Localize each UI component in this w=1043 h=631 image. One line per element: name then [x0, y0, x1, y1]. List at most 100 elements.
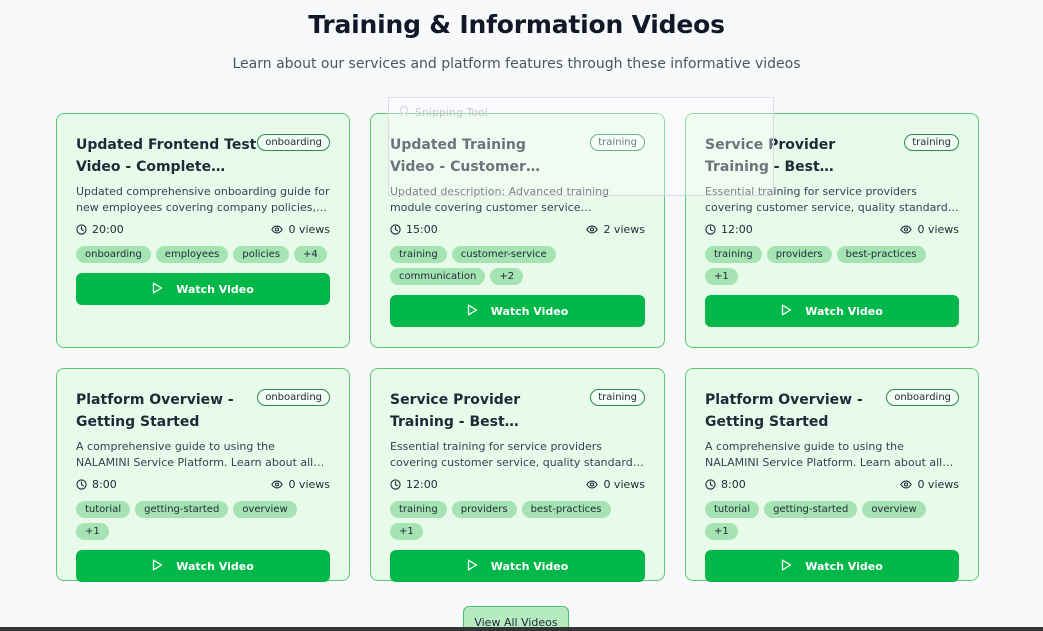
- tag: tutorial: [76, 501, 131, 518]
- watch-video-button[interactable]: Watch Video: [390, 550, 645, 582]
- tag: +1: [705, 523, 738, 540]
- play-icon: [781, 559, 792, 574]
- tag: +1: [76, 523, 109, 540]
- watch-video-label: Watch Video: [490, 559, 569, 573]
- tag: communication: [390, 268, 486, 285]
- eye-icon: [900, 225, 913, 234]
- tag: best-practices: [521, 501, 611, 518]
- tag-list: training providers best-practices +1: [390, 501, 645, 540]
- category-badge: training: [904, 134, 959, 151]
- video-title: Service Provider Training - Best Practic…: [390, 392, 521, 430]
- watch-video-label: Watch Video: [176, 559, 254, 573]
- category-badge: onboarding: [257, 134, 330, 151]
- eye-icon: [586, 225, 599, 234]
- duration-text: 8:00: [721, 478, 746, 491]
- tag: training: [705, 246, 762, 263]
- duration-text: 8:00: [92, 478, 117, 491]
- tag: training: [390, 246, 447, 263]
- video-description: A comprehensive guide to using the NALAM…: [76, 440, 314, 469]
- view-count: 0 views: [271, 478, 330, 491]
- watch-video-button[interactable]: Watch Video: [76, 550, 330, 582]
- tag: +1: [705, 268, 738, 285]
- eye-icon: [271, 480, 284, 489]
- tag: overview: [233, 501, 297, 518]
- views-text: 0 views: [288, 478, 330, 491]
- play-icon: [152, 282, 163, 297]
- snipping-tool-icon: [398, 105, 410, 120]
- watch-video-button[interactable]: Watch Video: [705, 550, 959, 582]
- tag-list: tutorial getting-started overview +1: [705, 501, 959, 540]
- category-badge: training: [590, 389, 645, 406]
- views-text: 0 views: [288, 223, 330, 236]
- duration: 15:00: [390, 223, 438, 236]
- watch-video-button[interactable]: Watch Video: [705, 295, 959, 327]
- tag: onboarding: [76, 246, 151, 263]
- clock-icon: [390, 224, 401, 235]
- video-title: Platform Overview - Getting Started: [705, 392, 863, 430]
- duration-text: 12:00: [721, 223, 753, 236]
- views-text: 0 views: [917, 478, 959, 491]
- tag: tutorial: [705, 501, 760, 518]
- snipping-tool-label: Snipping Tool: [415, 106, 488, 119]
- tag: +1: [390, 523, 423, 540]
- tag-list: tutorial getting-started overview +1: [76, 501, 330, 540]
- video-title: Updated Frontend Test Video - Complete E…: [76, 137, 257, 175]
- eye-icon: [586, 480, 599, 489]
- views-text: 0 views: [603, 478, 645, 491]
- video-card: Platform Overview - Getting Started onbo…: [56, 368, 350, 582]
- tag: providers: [451, 501, 517, 518]
- play-icon: [467, 559, 478, 574]
- tag: policies: [233, 246, 290, 263]
- video-description: Essential training for service providers…: [390, 440, 642, 469]
- play-icon: [467, 304, 478, 319]
- eye-icon: [900, 480, 913, 489]
- tag: +4: [294, 246, 327, 263]
- play-icon: [152, 559, 163, 574]
- tag-list: training customer-service communication +2: [390, 246, 645, 285]
- clock-icon: [390, 479, 401, 490]
- video-title: Platform Overview - Getting Started: [76, 392, 234, 430]
- duration: 8:00: [76, 478, 117, 491]
- views-text: 0 views: [917, 223, 959, 236]
- video-description: Updated comprehensive onboarding guide f…: [76, 185, 330, 214]
- tag: getting-started: [764, 501, 858, 518]
- clock-icon: [76, 479, 87, 490]
- watch-video-label: Watch Video: [805, 559, 883, 573]
- tag: best-practices: [836, 246, 926, 263]
- view-count: 0 views: [900, 223, 959, 236]
- play-icon: [781, 304, 792, 319]
- view-count: 2 views: [586, 223, 645, 236]
- video-card: Updated Frontend Test Video - Complete E…: [56, 113, 350, 348]
- bottom-edge-bar: [0, 627, 1043, 631]
- page-subtitle: Learn about our services and platform fe…: [232, 56, 801, 72]
- eye-icon: [271, 225, 284, 234]
- watch-video-label: Watch Video: [176, 282, 254, 296]
- tag-list: training providers best-practices +1: [705, 246, 959, 285]
- clock-icon: [76, 224, 87, 235]
- watch-video-button[interactable]: Watch Video: [390, 295, 645, 327]
- page-title: Training & Information Videos: [308, 10, 725, 39]
- tag: +2: [490, 268, 524, 285]
- tag: overview: [862, 501, 926, 518]
- watch-video-button[interactable]: Watch Video: [76, 273, 330, 305]
- duration-text: 12:00: [406, 478, 438, 491]
- view-count: 0 views: [900, 478, 959, 491]
- duration-text: 15:00: [406, 223, 438, 236]
- tag: getting-started: [135, 501, 229, 518]
- views-text: 2 views: [603, 223, 645, 236]
- tag: training: [390, 501, 447, 518]
- duration: 8:00: [705, 478, 746, 491]
- tag: customer-service: [451, 246, 556, 263]
- tag: employees: [155, 246, 229, 263]
- watch-video-label: Watch Video: [805, 304, 883, 318]
- duration: 12:00: [390, 478, 438, 491]
- video-description: A comprehensive guide to using the NALAM…: [705, 440, 943, 469]
- clock-icon: [705, 479, 716, 490]
- snipping-tool-overlay: Snipping Tool: [388, 97, 774, 196]
- duration: 20:00: [76, 223, 124, 236]
- watch-video-label: Watch Video: [490, 304, 569, 318]
- video-card: Service Provider Training - Best Practic…: [370, 368, 665, 582]
- tag: providers: [766, 246, 832, 263]
- video-card: Platform Overview - Getting Started onbo…: [685, 368, 979, 582]
- category-badge: onboarding: [257, 389, 330, 406]
